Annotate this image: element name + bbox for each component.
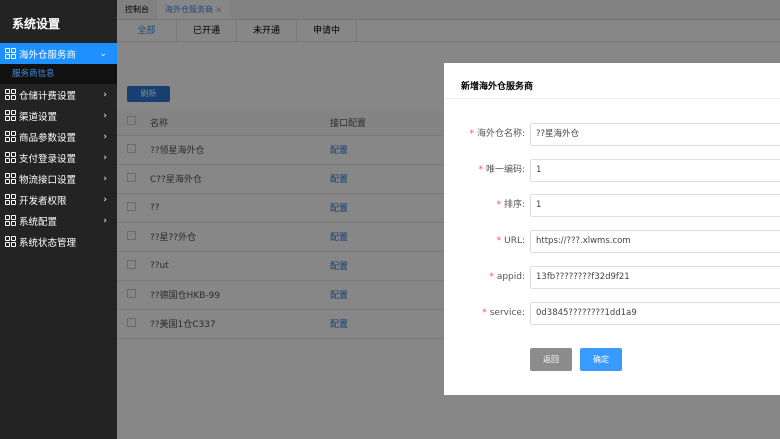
sidebar-item-label: 渠道设置 [19, 111, 58, 123]
sidebar-item-label: 支付登录设置 [19, 153, 77, 165]
sidebar-item-label: 系统配置 [19, 216, 58, 228]
chevron-right-icon: › [103, 110, 107, 121]
sidebar-subitem[interactable]: 服务商信息 [0, 64, 117, 84]
form-row: * 海外仓名称: ??星海外仓 [444, 123, 780, 146]
form-row: * 排序: 1 [444, 194, 780, 217]
field-input[interactable]: 1 [530, 194, 780, 217]
sidebar-item-label: 物流接口设置 [19, 174, 77, 186]
add-provider-dialog: 新增海外仓服务商 * 海外仓名称: ??星海外仓 * 唯一编码: 1 * 排序: 1 * URL: h… [444, 63, 780, 395]
field-label: * appid: [489, 266, 525, 289]
dialog-title: 新增海外仓服务商 [444, 63, 780, 99]
chevron-down-icon: ⌄ [99, 48, 107, 59]
sidebar-title: 系统设置 [12, 17, 61, 31]
sidebar-item-label: 商品参数设置 [19, 132, 77, 144]
grid-icon [5, 48, 16, 59]
chevron-right-icon: › [103, 173, 107, 184]
grid-icon [5, 110, 16, 121]
required-mark: * [469, 129, 474, 139]
field-input[interactable]: 13fb????????f32d9f21 [530, 266, 780, 289]
required-mark: * [482, 308, 487, 318]
grid-icon [5, 236, 16, 247]
field-label-text: service: [489, 308, 525, 318]
sidebar-item[interactable]: 物流接口设置 › [0, 168, 117, 189]
sidebar-item[interactable]: 开发者权限 › [0, 189, 117, 210]
grid-icon [5, 152, 16, 163]
required-mark: * [496, 236, 502, 246]
field-label-text: 海外仓名称: [476, 129, 525, 139]
required-mark: * [496, 200, 501, 210]
grid-icon [5, 173, 16, 184]
field-input[interactable]: 1 [530, 159, 780, 182]
field-label-text: appid: [496, 272, 525, 282]
field-input[interactable]: 0d3845????????1dd1a9 [530, 302, 780, 325]
field-label: * service: [482, 302, 525, 325]
field-label-text: 排序: [503, 200, 525, 210]
sidebar-item-label: 海外仓服务商 [19, 49, 77, 61]
grid-icon [5, 215, 16, 226]
field-input[interactable]: ??星海外仓 [530, 123, 780, 146]
required-mark: * [489, 272, 494, 282]
chevron-right-icon: › [103, 89, 107, 100]
chevron-right-icon: › [103, 215, 107, 226]
field-label: * 唯一编码: [478, 159, 525, 182]
field-label-text: URL: [504, 236, 525, 246]
field-input[interactable]: https://???.xlwms.com [530, 230, 780, 253]
sidebar-item[interactable]: 系统配置 › [0, 210, 117, 231]
sidebar: 系统设置 海外仓服务商 ⌄ 服务商信息 仓储计费设置 › 渠道设置 › 商品参数设置 › 支付登录… [0, 0, 117, 439]
sidebar-item[interactable]: 商品参数设置 › [0, 126, 117, 147]
grid-icon [5, 194, 16, 205]
sidebar-item-label: 开发者权限 [19, 195, 67, 207]
sidebar-item[interactable]: 渠道设置 › [0, 105, 117, 126]
field-label: * URL: [497, 230, 525, 253]
chevron-right-icon: › [103, 194, 107, 205]
form-row: * URL: https://???.xlwms.com [444, 230, 780, 253]
sidebar-item-label: 系统状态管理 [19, 237, 77, 249]
field-label: * 排序: [496, 194, 525, 217]
form-row: * service: 0d3845????????1dd1a9 [444, 302, 780, 325]
sidebar-item[interactable]: 系统状态管理 [0, 231, 117, 252]
back-button[interactable]: 返回 [530, 348, 572, 371]
grid-icon [5, 131, 16, 142]
sidebar-item-label: 仓储计费设置 [19, 90, 77, 102]
sidebar-item[interactable]: 海外仓服务商 ⌄ [0, 43, 117, 64]
chevron-right-icon: › [103, 131, 107, 142]
sidebar-item[interactable]: 支付登录设置 › [0, 147, 117, 168]
form-row: * 唯一编码: 1 [444, 159, 780, 182]
grid-icon [5, 89, 16, 100]
form-row: * appid: 13fb????????f32d9f21 [444, 266, 780, 289]
sidebar-item[interactable]: 仓储计费设置 › [0, 84, 117, 105]
field-label: * 海外仓名称: [469, 123, 525, 146]
chevron-right-icon: › [103, 152, 107, 163]
confirm-button[interactable]: 确定 [580, 348, 622, 371]
required-mark: * [478, 165, 483, 175]
field-label-text: 唯一编码: [485, 165, 525, 175]
